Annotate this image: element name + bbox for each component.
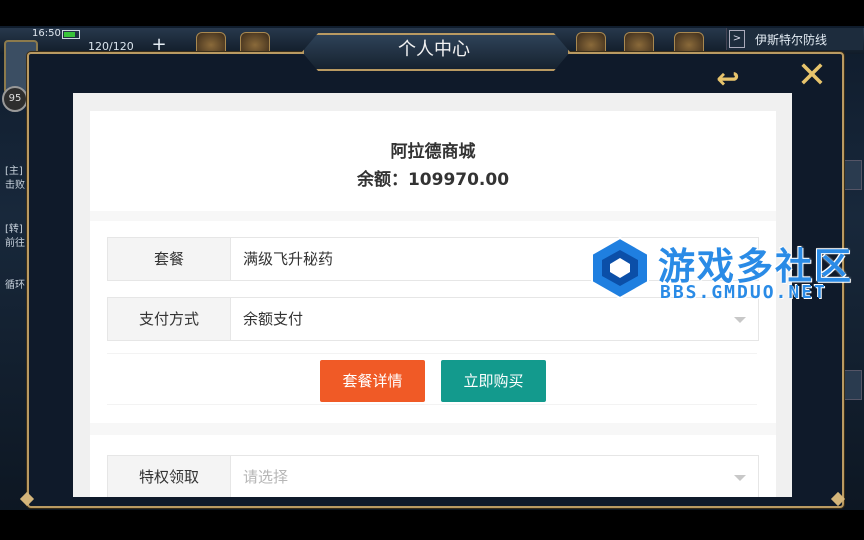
payment-method-label: 支付方式	[108, 298, 231, 340]
section-divider	[90, 423, 776, 435]
quest-tag-main[interactable]: [主]	[5, 162, 23, 177]
clock-text: 16:50	[32, 28, 61, 39]
quest-text-3[interactable]: 循环	[5, 276, 25, 291]
section-divider	[90, 211, 776, 221]
balance-line: 余额：109970.00	[90, 165, 776, 190]
package-label: 套餐	[108, 238, 231, 280]
quest-text-1[interactable]: 击败	[5, 176, 25, 191]
quest-tag-transfer[interactable]: [转]	[5, 220, 23, 235]
privilege-claim-select[interactable]: 特权领取 请选择	[107, 455, 759, 497]
bottom-letterbox	[0, 510, 864, 540]
region-arrow-icon[interactable]: >	[729, 30, 745, 48]
top-letterbox	[0, 0, 864, 26]
watermark-url: BBS.GMDUO.NET	[660, 282, 827, 303]
privilege-claim-placeholder[interactable]: 请选择	[243, 456, 288, 497]
region-name: 伊斯特尔防线	[755, 33, 828, 47]
package-details-button[interactable]: 套餐详情	[320, 360, 425, 402]
close-x-icon[interactable]: ✕	[793, 58, 831, 94]
action-bar: 套餐详情 立即购买	[107, 353, 757, 405]
back-arrow-icon[interactable]: ↩	[704, 64, 752, 94]
chevron-down-icon[interactable]	[734, 317, 746, 323]
store-card: 阿拉德商城 余额：109970.00 套餐 满级飞升秘药 支付方式 余额支付 套…	[90, 111, 776, 497]
level-badge: 95	[2, 86, 28, 112]
watermark-logo-icon	[591, 236, 649, 300]
quest-text-2[interactable]: 前往	[5, 234, 25, 249]
buy-now-button[interactable]: 立即购买	[441, 360, 546, 402]
payment-method-select[interactable]: 支付方式 余额支付	[107, 297, 759, 341]
chevron-down-icon[interactable]	[734, 475, 746, 481]
payment-method-value[interactable]: 余额支付	[243, 298, 303, 340]
package-value[interactable]: 满级飞升秘药	[243, 238, 333, 280]
region-indicator[interactable]: > 伊斯特尔防线	[726, 28, 863, 50]
balance-label: 余额：	[356, 170, 408, 190]
battery-icon	[62, 30, 80, 39]
privilege-claim-label: 特权领取	[108, 456, 231, 497]
store-name: 阿拉德商城	[390, 142, 476, 162]
modal-title: 个人中心	[398, 39, 470, 60]
balance-value: 109970.00	[407, 170, 510, 190]
